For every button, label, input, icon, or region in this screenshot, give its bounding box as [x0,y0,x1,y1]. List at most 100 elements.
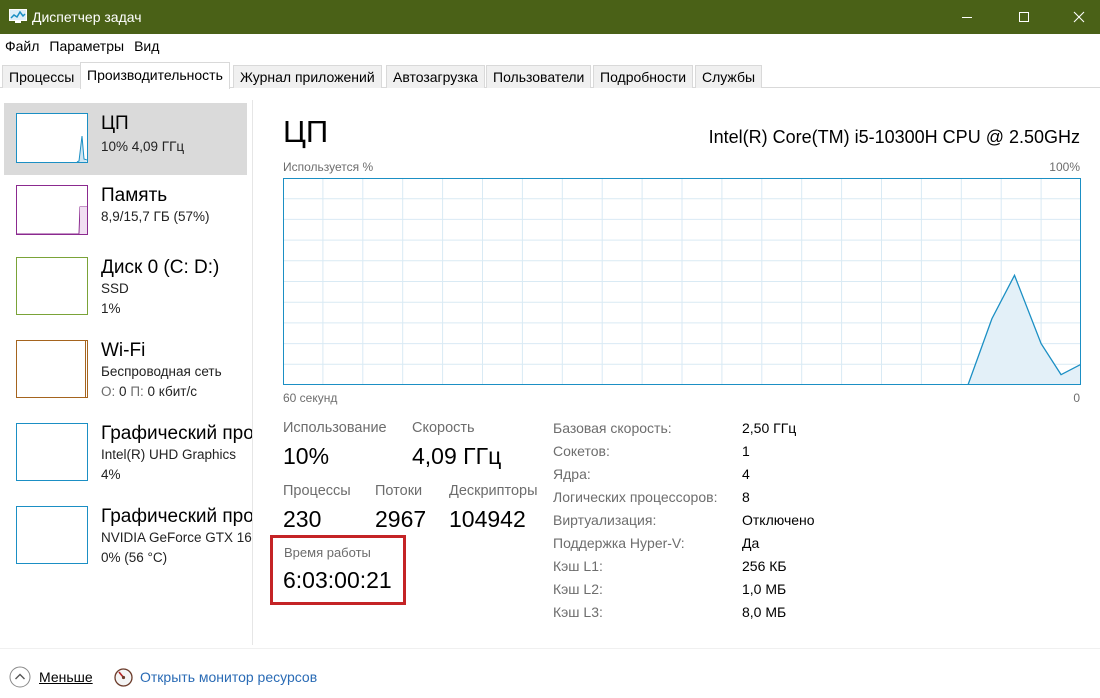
minimize-icon [962,17,972,18]
handles-value: 104942 [449,506,526,532]
sidebar-item-disk[interactable]: Диск 0 (C: D:) SSD 1% [4,247,247,319]
gpu-1-mini-graph [16,506,88,564]
sidebar-item-usage: 4% [101,467,121,482]
chart-y-max-label: 100% [1049,160,1080,174]
tab-users[interactable]: Пользователи [486,65,592,88]
sidebar-item-cpu[interactable]: ЦП 10% 4,09 ГГц [4,103,247,175]
maximize-button[interactable] [1001,0,1047,34]
property-label: Виртуализация: [553,512,657,528]
sidebar-item-detail: Беспроводная сеть [101,364,222,379]
title-bar: Диспетчер задач [0,0,1100,34]
property-value: 1 [742,443,750,459]
sidebar-item-name: Память [101,185,168,206]
sidebar-item-name: ЦП [101,113,129,134]
receive-label: П: [130,384,144,399]
sidebar-item-memory[interactable]: Память 8,9/15,7 ГБ (57%) [4,175,247,247]
property-label: Кэш L2: [553,581,603,597]
menu-file[interactable]: Файл [0,36,44,58]
sidebar-item-detail: NVIDIA GeForce GTX 1650 Ti [101,530,252,545]
tab-details[interactable]: Подробности [593,65,694,88]
maximize-icon [1019,12,1029,22]
wifi-throughput: О: 0 П: 0 кбит/с [101,384,197,399]
property-value: 8 [742,489,750,505]
usage-value: 10% [283,443,330,469]
sidebar-item-detail: Intel(R) UHD Graphics [101,447,237,462]
tab-processes[interactable]: Процессы [2,65,82,88]
fewer-details-button[interactable]: Меньше [9,666,93,688]
threads-label: Потоки [375,483,423,499]
speed-value: 4,09 ГГц [412,443,502,469]
sidebar-divider [252,100,253,645]
property-value: 1,0 МБ [742,581,787,597]
resource-sidebar: ЦП 10% 4,09 ГГц Память 8,9/15,7 ГБ (57%)… [0,88,252,648]
property-label: Логических процессоров: [553,489,718,505]
processes-label: Процессы [283,483,351,499]
property-value: 2,50 ГГц [742,420,797,436]
menu-bar: Файл Параметры Вид [0,36,164,58]
property-label: Поддержка Hyper-V: [553,535,685,551]
property-label: Кэш L1: [553,558,603,574]
chevron-up-icon [9,666,31,688]
sidebar-item-usage: 0% (56 °C) [101,550,168,565]
minimize-button[interactable] [944,0,990,34]
resource-monitor-icon [114,667,133,687]
property-label: Базовая скорость: [553,420,672,436]
task-manager-icon [9,9,27,23]
handles-label: Дескрипторы [449,483,538,499]
open-resource-monitor-label: Открыть монитор ресурсов [140,669,318,685]
sidebar-item-detail: SSD [101,281,129,296]
sidebar-item-detail: 10% 4,09 ГГц [101,139,185,154]
disk-mini-graph [16,257,88,315]
tab-performance[interactable]: Производительность [80,62,230,89]
tab-app-history[interactable]: Журнал приложений [233,65,382,88]
processes-value: 230 [283,506,322,532]
receive-value: 0 кбит/с [147,384,197,399]
speed-label: Скорость [412,420,475,436]
property-label: Ядра: [553,466,591,482]
tab-startup[interactable]: Автозагрузка [386,65,485,88]
open-resource-monitor-link[interactable]: Открыть монитор ресурсов [114,666,317,688]
chart-y-label: Используется % [283,160,374,174]
sidebar-item-name: Диск 0 (C: D:) [101,257,220,278]
sidebar-item-wifi[interactable]: Wi-Fi Беспроводная сеть О: 0 П: 0 кбит/с [4,330,247,402]
menu-options[interactable]: Параметры [44,36,129,58]
cpu-model-name: Intel(R) Core(TM) i5-10300H CPU @ 2.50GH… [708,127,1080,147]
sidebar-item-name: Графический процессор 1 [101,506,252,527]
cpu-usage-chart-svg [283,178,1082,386]
property-value: Отключено [742,512,815,528]
gpu-0-mini-graph [16,423,88,481]
sidebar-item-gpu-0[interactable]: Графический процессор 0 Intel(R) UHD Gra… [4,413,252,485]
sidebar-item-usage: 1% [101,301,121,316]
sidebar-item-name: Графический процессор 0 [101,423,252,444]
fewer-details-label: Меньше [39,669,93,685]
sidebar-item-name: Wi-Fi [101,340,146,361]
property-value: 4 [742,466,750,482]
uptime-value: 6:03:00:21 [283,567,392,593]
window-title: Диспетчер задач [32,9,142,25]
usage-label: Использование [283,420,387,436]
threads-value: 2967 [375,506,427,532]
tab-bar: Процессы Производительность Журнал прило… [0,62,1100,89]
cpu-usage-area [967,275,1081,385]
close-button[interactable] [1056,0,1100,34]
property-label: Кэш L3: [553,604,603,620]
sidebar-item-gpu-1[interactable]: Графический процессор 1 NVIDIA GeForce G… [4,496,252,568]
send-label: О: [101,384,116,399]
cpu-usage-chart [283,178,1082,386]
footer-divider [0,648,1100,649]
chart-x-zero-label: 0 [1073,391,1080,405]
property-value: Да [742,535,760,551]
property-label: Сокетов: [553,443,610,459]
close-icon [1073,11,1085,23]
memory-mini-graph [16,185,88,235]
uptime-label: Время работы [284,545,371,560]
property-value: 8,0 МБ [742,604,787,620]
send-value: 0 [119,384,127,399]
page-title: ЦП [283,114,329,149]
wifi-mini-graph [16,340,88,398]
menu-view[interactable]: Вид [129,36,164,58]
sidebar-item-detail: 8,9/15,7 ГБ (57%) [101,209,210,224]
tab-services[interactable]: Службы [695,65,763,88]
property-value: 256 КБ [742,558,787,574]
chart-time-label: 60 секунд [283,391,338,405]
